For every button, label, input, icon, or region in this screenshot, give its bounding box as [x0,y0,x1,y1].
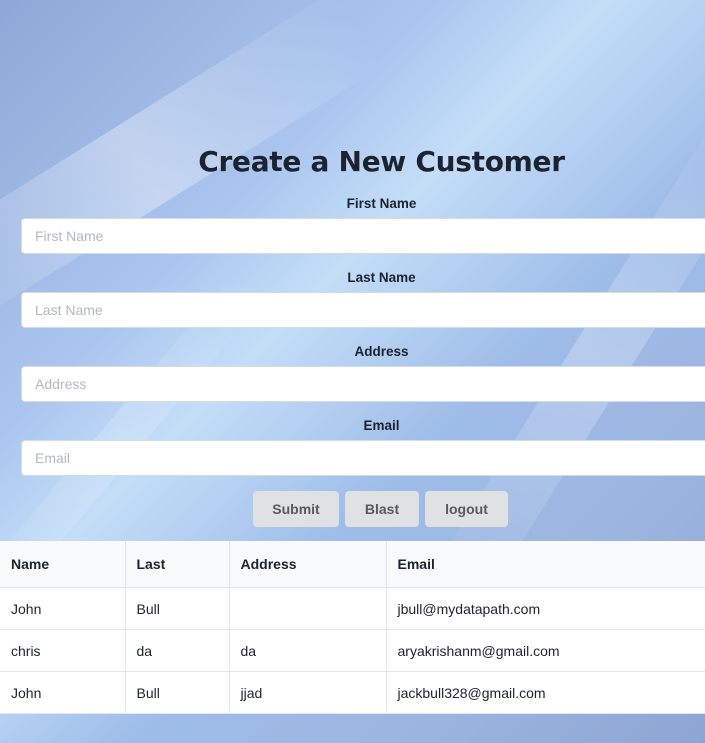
email-label: Email [363,418,400,433]
blast-button[interactable]: Blast [345,491,419,527]
logout-button[interactable]: logout [425,491,508,527]
page-title: Create a New Customer [198,145,565,178]
cell-last: da [125,629,230,672]
cell-name: John [0,671,126,714]
table-header-row: Name Last Address Email [0,541,705,588]
table-row: John Bull jjad jackbull328@gmail.com [0,671,705,714]
first-name-input[interactable] [21,218,705,254]
first-name-label: First Name [346,196,417,211]
address-label: Address [354,344,409,359]
last-name-label: Last Name [347,270,416,285]
cell-address: jjad [229,671,387,714]
email-input[interactable] [21,440,705,476]
table-row: chris da da aryakrishanm@gmail.com [0,629,705,672]
column-header-address: Address [229,541,387,588]
cell-email: aryakrishanm@gmail.com [386,629,705,672]
cell-address: da [229,629,387,672]
cell-email: jbull@mydatapath.com [386,587,705,630]
submit-button[interactable]: Submit [253,491,339,527]
cell-last: Bull [125,587,230,630]
column-header-email: Email [386,541,705,588]
cell-name: chris [0,629,126,672]
column-header-last: Last [125,541,230,588]
cell-name: John [0,587,126,630]
cell-last: Bull [125,671,230,714]
table-row: John Bull jbull@mydatapath.com [0,587,705,630]
address-input[interactable] [21,366,705,402]
cell-address [229,587,387,630]
column-header-name: Name [0,541,126,588]
cell-email: jackbull328@gmail.com [386,671,705,714]
last-name-input[interactable] [21,292,705,328]
customers-table: Name Last Address Email John Bull jbull@… [0,541,705,714]
